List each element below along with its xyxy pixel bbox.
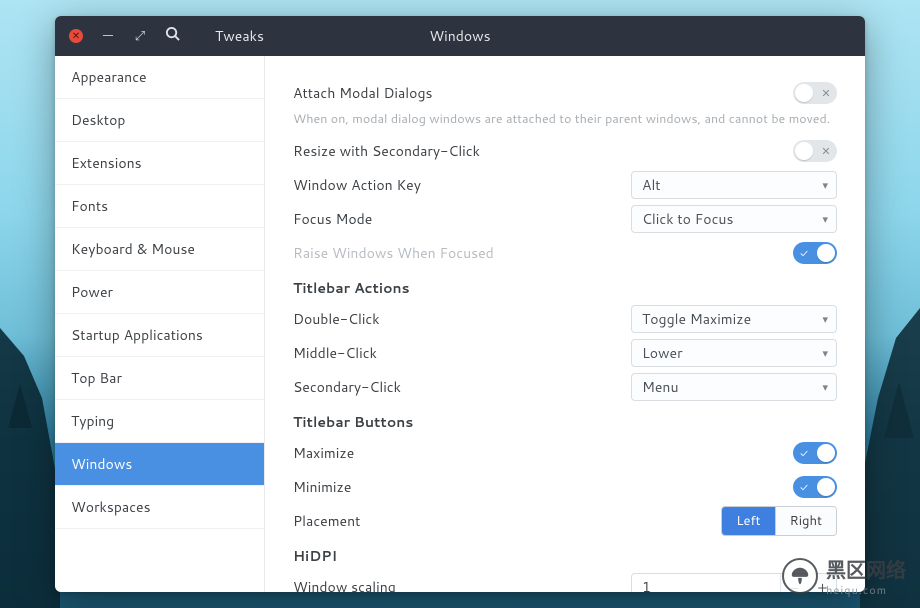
watermark-sub: heiqu.com	[826, 582, 906, 598]
sidebar-item-keyboard-mouse[interactable]: Keyboard & Mouse	[55, 228, 264, 271]
mushroom-icon	[782, 558, 818, 594]
sidebar-item-desktop[interactable]: Desktop	[55, 99, 264, 142]
sidebar-item-fonts[interactable]: Fonts	[55, 185, 264, 228]
placement-label: Placement	[293, 511, 721, 531]
chevron-down-icon: ▾	[822, 379, 828, 395]
middle-click-select[interactable]: Lower ▾	[631, 339, 837, 367]
sidebar-item-extensions[interactable]: Extensions	[55, 142, 264, 185]
double-click-select[interactable]: Toggle Maximize ▾	[631, 305, 837, 333]
titlebar: ✕ ― ⤢ Tweaks Windows	[55, 16, 865, 56]
middle-click-value: Lower	[642, 343, 683, 363]
window-scaling-label: Window scaling	[293, 577, 631, 592]
sidebar-item-power[interactable]: Power	[55, 271, 264, 314]
secondary-click-value: Menu	[642, 377, 679, 397]
action-key-value: Alt	[642, 175, 661, 195]
raise-focused-toggle[interactable]: ✓	[793, 242, 837, 264]
secondary-click-select[interactable]: Menu ▾	[631, 373, 837, 401]
sidebar-item-appearance[interactable]: Appearance	[55, 56, 264, 99]
titlebar-actions-heading: Titlebar Actions	[293, 278, 837, 298]
sidebar-item-startup-applications[interactable]: Startup Applications	[55, 314, 264, 357]
placement-right-button[interactable]: Right	[775, 507, 836, 535]
minimize-label: Minimize	[293, 477, 793, 497]
action-key-label: Window Action Key	[293, 175, 631, 195]
focus-mode-value: Click to Focus	[642, 209, 733, 229]
focus-mode-label: Focus Mode	[293, 209, 631, 229]
maximize-toggle[interactable]: ✓	[793, 442, 837, 464]
sidebar-item-windows[interactable]: Windows	[55, 443, 264, 486]
watermark-text: 黑区网络	[826, 556, 906, 584]
double-click-value: Toggle Maximize	[642, 309, 751, 329]
window-scaling-input[interactable]	[632, 574, 780, 592]
sidebar: AppearanceDesktopExtensionsFontsKeyboard…	[55, 56, 265, 592]
hidpi-heading: HiDPI	[293, 546, 837, 566]
maximize-label: Maximize	[293, 443, 793, 463]
sidebar-item-typing[interactable]: Typing	[55, 400, 264, 443]
attach-modal-label: Attach Modal Dialogs	[293, 83, 793, 103]
chevron-down-icon: ▾	[822, 177, 828, 193]
double-click-label: Double-Click	[293, 309, 631, 329]
tweaks-window: ✕ ― ⤢ Tweaks Windows AppearanceDesktopEx…	[55, 16, 865, 592]
raise-focused-label: Raise Windows When Focused	[293, 243, 793, 263]
resize-secondary-label: Resize with Secondary-Click	[293, 141, 793, 161]
middle-click-label: Middle-Click	[293, 343, 631, 363]
attach-modal-toggle[interactable]: ✕	[793, 82, 837, 104]
focus-mode-select[interactable]: Click to Focus ▾	[631, 205, 837, 233]
placement-segment: Left Right	[721, 506, 837, 536]
sidebar-item-top-bar[interactable]: Top Bar	[55, 357, 264, 400]
secondary-click-label: Secondary-Click	[293, 377, 631, 397]
watermark: 黑区网络 heiqu.com	[782, 554, 906, 598]
chevron-down-icon: ▾	[822, 311, 828, 327]
minimize-toggle[interactable]: ✓	[793, 476, 837, 498]
placement-left-button[interactable]: Left	[722, 507, 774, 535]
close-icon[interactable]: ✕	[69, 29, 83, 43]
maximize-icon[interactable]: ⤢	[133, 27, 147, 45]
search-icon[interactable]	[165, 26, 179, 46]
resize-secondary-toggle[interactable]: ✕	[793, 140, 837, 162]
minimize-icon[interactable]: ―	[101, 27, 115, 45]
wallpaper-shape	[0, 328, 60, 608]
attach-modal-desc: When on, modal dialog windows are attach…	[293, 110, 837, 128]
action-key-select[interactable]: Alt ▾	[631, 171, 837, 199]
chevron-down-icon: ▾	[822, 211, 828, 227]
titlebar-buttons-heading: Titlebar Buttons	[293, 412, 837, 432]
content-pane: Attach Modal Dialogs ✕ When on, modal di…	[265, 56, 865, 592]
sidebar-item-workspaces[interactable]: Workspaces	[55, 486, 264, 529]
chevron-down-icon: ▾	[822, 345, 828, 361]
app-name: Tweaks	[215, 26, 264, 46]
